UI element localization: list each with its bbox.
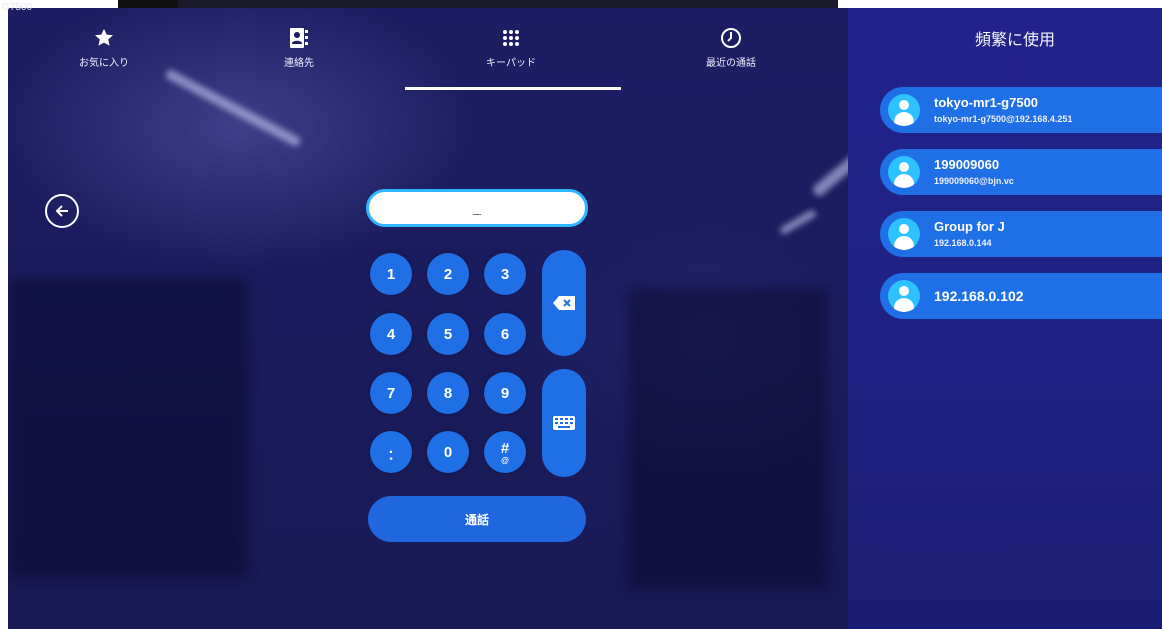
frequent-contact-item[interactable]: 192.168.0.102 (880, 273, 1162, 319)
key-3[interactable]: 3 (484, 253, 526, 295)
frequent-contact-item[interactable]: 199009060 199009060@bjn.vc (880, 149, 1162, 195)
key-sublabel: @ (501, 456, 509, 465)
contact-address: 199009060@bjn.vc (934, 176, 1014, 186)
tab-bar: お気に入り 連絡先 キーパッド 最近の通話 (8, 8, 846, 98)
keyboard-icon (553, 416, 575, 430)
device-model-label: G7500 (2, 2, 33, 13)
clock-icon (720, 26, 742, 50)
glare-decoration (778, 208, 818, 236)
key-5[interactable]: 5 (427, 313, 469, 355)
back-button[interactable] (45, 194, 79, 228)
key-0[interactable]: 0 (427, 431, 469, 473)
arrow-left-icon (55, 205, 68, 217)
key-label: 5 (443, 325, 453, 343)
bezel-strip (178, 0, 838, 8)
key-2[interactable]: 2 (427, 253, 469, 295)
tab-recent-calls-label: 最近の通話 (706, 58, 756, 69)
contact-name: 199009060 (934, 157, 1000, 172)
key-label: 1 (386, 265, 396, 283)
key-label: 0 (443, 443, 453, 461)
contact-avatar-icon (888, 218, 920, 250)
key-label: 4 (386, 325, 396, 343)
reflection-shade (8, 278, 248, 578)
call-button[interactable]: 通話 (368, 496, 586, 542)
key-label: # (500, 440, 510, 457)
dial-number-input[interactable]: _ (366, 189, 588, 227)
tab-favorites[interactable]: お気に入り (44, 26, 164, 69)
contact-address: tokyo-mr1-g7500@192.168.4.251 (934, 114, 1073, 124)
key-label: 9 (500, 384, 510, 402)
key-7[interactable]: 7 (370, 372, 412, 414)
contact-avatar-icon (888, 280, 920, 312)
key-6[interactable]: 6 (484, 313, 526, 355)
contact-name: Group for J (934, 219, 1005, 234)
key-label: 7 (386, 384, 396, 402)
backspace-icon (553, 296, 575, 310)
key-label: . (388, 440, 394, 457)
key-label: 6 (500, 325, 510, 343)
contact-avatar-icon (888, 156, 920, 188)
reflection-shade (628, 288, 828, 588)
frequent-contact-item[interactable]: tokyo-mr1-g7500 tokyo-mr1-g7500@192.168.… (880, 87, 1162, 133)
key-4[interactable]: 4 (370, 313, 412, 355)
backspace-button[interactable] (542, 250, 586, 356)
bezel-strip (118, 0, 178, 8)
frequent-contact-item[interactable]: Group for J 192.168.0.144 (880, 211, 1162, 257)
keyboard-toggle-button[interactable] (542, 369, 586, 477)
contact-address: 192.168.0.144 (934, 238, 992, 248)
tab-contacts-label: 連絡先 (284, 58, 314, 69)
frequent-contacts-panel: 頻繁に使用 tokyo-mr1-g7500 tokyo-mr1-g7500@19… (848, 8, 1162, 629)
active-tab-indicator (405, 87, 621, 90)
key-dot-star[interactable]: . * (370, 431, 412, 473)
contact-name: tokyo-mr1-g7500 (934, 95, 1039, 110)
tab-contacts[interactable]: 連絡先 (239, 26, 359, 69)
key-label: 3 (500, 265, 510, 283)
key-label: 8 (443, 384, 453, 402)
key-label: 2 (443, 265, 453, 283)
keypad-icon (501, 26, 521, 50)
touch-panel-screen: お気に入り 連絡先 キーパッド 最近の通話 _ 1 2 3 4 5 6 7 8 … (8, 8, 1162, 629)
contact-name: 192.168.0.102 (934, 288, 1024, 304)
frequent-panel-title: 頻繁に使用 (975, 30, 1056, 49)
contacts-icon (289, 26, 309, 50)
tab-keypad-label: キーパッド (486, 58, 536, 69)
contact-avatar-icon (888, 94, 920, 126)
key-9[interactable]: 9 (484, 372, 526, 414)
star-icon (93, 26, 115, 50)
tab-keypad[interactable]: キーパッド (451, 26, 571, 69)
key-1[interactable]: 1 (370, 253, 412, 295)
key-sublabel: * (389, 456, 393, 465)
key-hash-at[interactable]: # @ (484, 431, 526, 473)
tab-recent-calls[interactable]: 最近の通話 (671, 26, 791, 69)
key-8[interactable]: 8 (427, 372, 469, 414)
tab-favorites-label: お気に入り (79, 58, 129, 69)
